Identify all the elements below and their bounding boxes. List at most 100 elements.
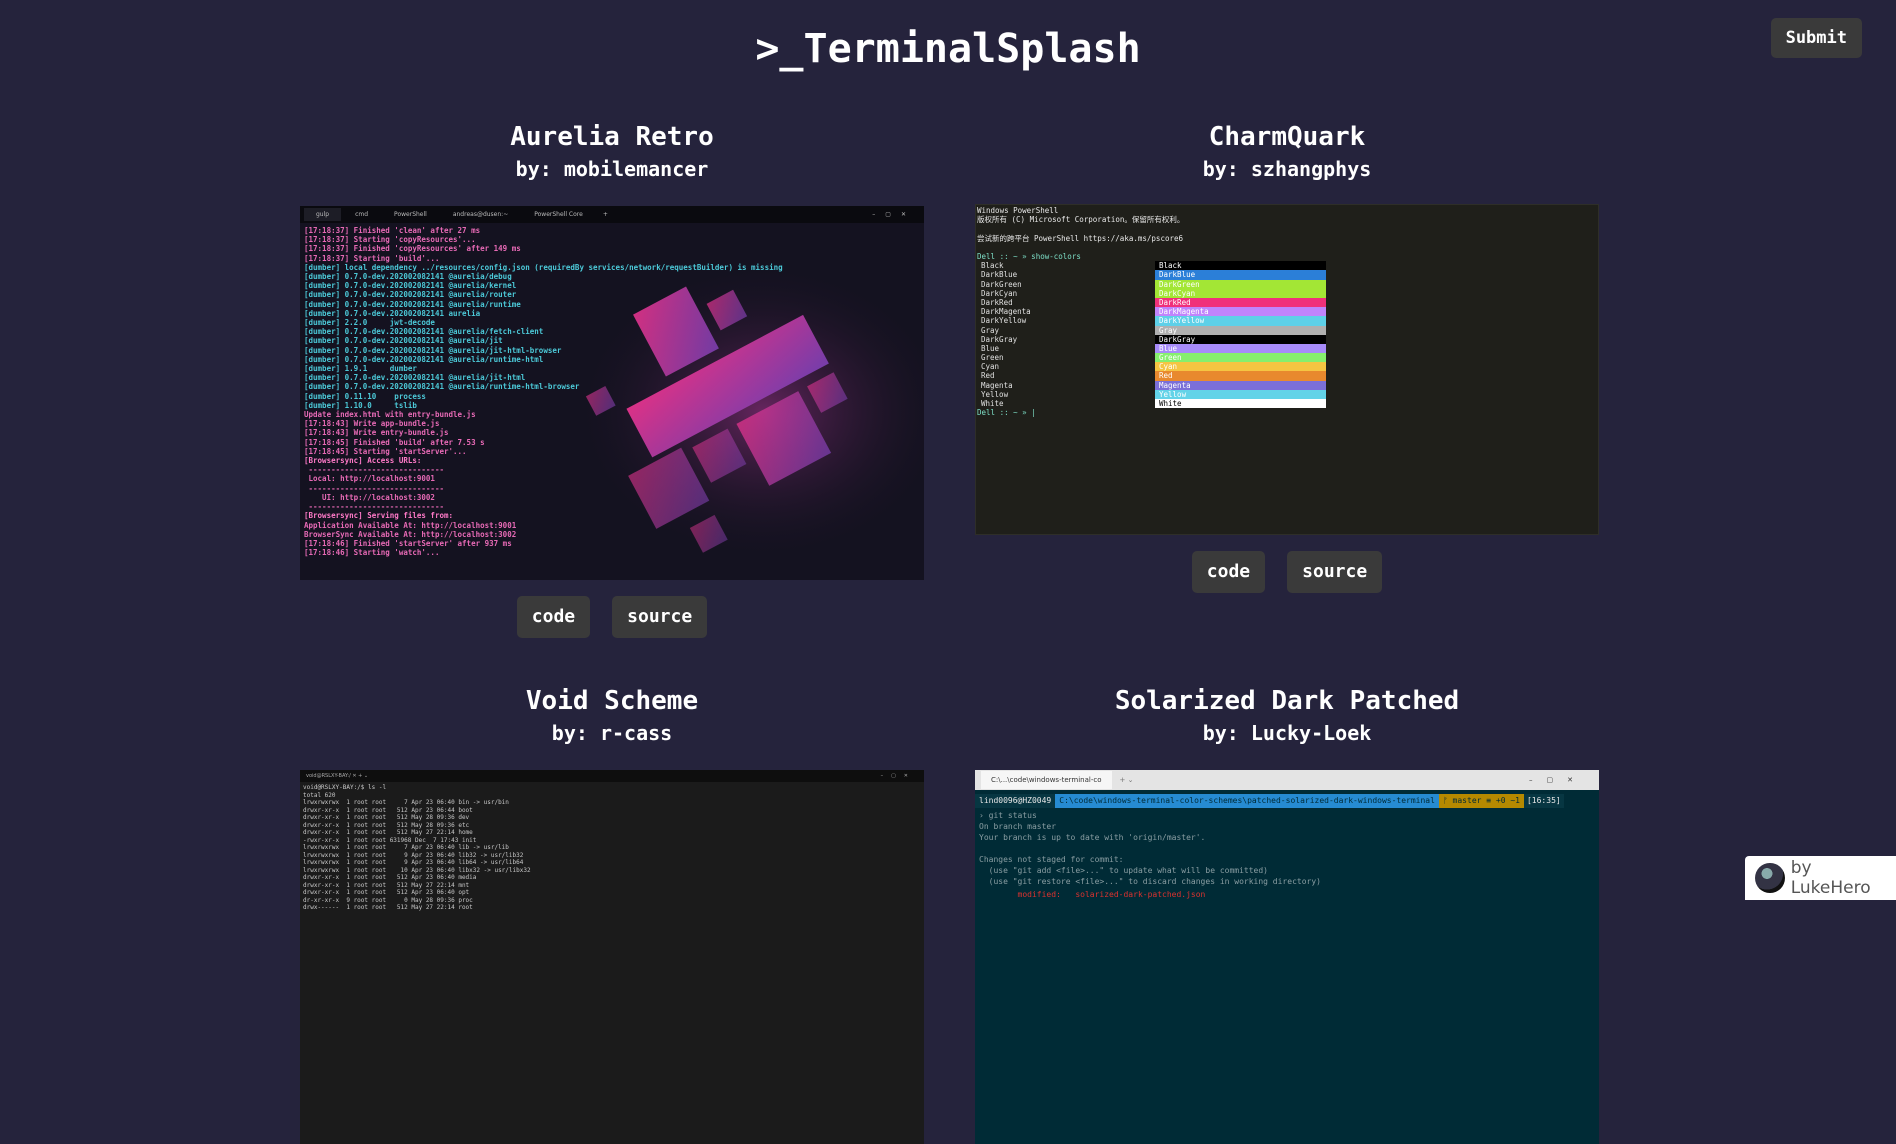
terminal-line: lrwxrwxrwx 1 root root 9 Apr 23 06:40 li… <box>303 859 524 866</box>
theme-preview-image[interactable]: gulp cmd PowerShell andreas@dusen:~ Powe… <box>300 206 924 580</box>
terminal-titlebar: void@RSLXY-BAY:/ ✕ + ⌄ –▢✕ <box>300 770 924 782</box>
terminal-line: void@RSLXY-BAY:/$ ls -l <box>303 784 387 791</box>
theme-name: CharmQuark <box>1208 122 1366 152</box>
terminal-tab: PowerShell Core <box>534 211 583 218</box>
color-row: Red Red <box>976 371 1598 381</box>
terminal-line: lrwxrwxrwx 1 root root 7 Apr 23 06:40 bi… <box>303 799 509 806</box>
source-button[interactable]: source <box>612 596 708 638</box>
terminal-prompt: Dell :: ~ » show-colors <box>977 251 1081 261</box>
color-swatch: White <box>1155 399 1326 409</box>
code-button[interactable]: code <box>516 596 591 638</box>
terminal-line: [dumber] 2.2.0 jwt-decode <box>304 318 435 328</box>
color-swatch: DarkBlue <box>1155 270 1326 280</box>
prompt-user: lind0096@HZ0049 <box>975 794 1056 808</box>
terminal-tab: PowerShell <box>394 211 427 218</box>
terminal-line: BrowserSync Available At: http://localho… <box>304 529 517 539</box>
color-row: DarkGray DarkGray <box>976 334 1598 344</box>
terminal-line: [Browsersync] Serving files from: <box>304 511 454 521</box>
terminal-line: [17:18:46] Finished 'startServer' after … <box>304 538 512 548</box>
color-swatch: DarkGreen <box>1155 279 1326 289</box>
color-row: DarkBlue DarkBlue <box>976 270 1598 280</box>
terminal-line: 版权所有 (C) Microsoft Corporation。保留所有权利。 <box>977 215 1185 225</box>
terminal-line: [17:18:37] Finished 'copyResources' afte… <box>304 244 521 254</box>
prompt-git: ᚠ master ≡ +0 ~1 <box>1438 794 1524 808</box>
theme-name: Aurelia Retro <box>510 122 714 152</box>
terminal-titlebar: gulp cmd PowerShell andreas@dusen:~ Powe… <box>300 206 924 223</box>
color-name: Green <box>981 353 1004 363</box>
terminal-output: void@RSLXY-BAY:/$ ls -l total 620 lrwxrwxr… <box>300 782 924 914</box>
terminal-line: ------------------------------ <box>304 465 444 475</box>
color-swatch: Blue <box>1155 343 1326 354</box>
theme-preview-image[interactable]: C:\...\code\windows-terminal-co + ⌄ –▢✕ … <box>975 770 1599 1144</box>
color-name: DarkMagenta <box>981 307 1031 317</box>
color-swatch: Red <box>1155 371 1326 381</box>
submit-button[interactable]: Submit <box>1770 18 1862 58</box>
terminal-output: Windows PowerShell 版权所有 (C) Microsoft Cor… <box>976 205 1598 252</box>
color-row: Yellow Yellow <box>976 389 1598 399</box>
terminal-line: [dumber] 0.7.0-dev.202002082141 @aurelia… <box>304 281 517 291</box>
terminal-line: drwxr-xr-x 1 root root 512 Apr 23 06:44 … <box>303 806 473 814</box>
color-name: Cyan <box>981 362 1000 372</box>
terminal-line: [dumber] 0.7.0-dev.202002082141 @aurelia… <box>304 345 562 355</box>
color-swatch: DarkMagenta <box>1155 307 1326 317</box>
terminal-line: Changes not staged for commit: <box>979 855 1124 864</box>
terminal-line: (use "git add <file>..." to update what … <box>979 866 1268 875</box>
terminal-line: [dumber] 1.10.0 tslib <box>304 400 417 410</box>
window-controls: –▢✕ <box>872 211 916 218</box>
terminal-line: [17:18:46] Starting 'watch'... <box>304 548 440 558</box>
terminal-line: [17:18:43] Write entry-bundle.js <box>304 428 449 438</box>
terminal-line: drwx------ 1 root root 512 May 27 22:14 … <box>303 904 473 911</box>
terminal-line: Your branch is up to date with 'origin/m… <box>979 833 1206 842</box>
terminal-tab: andreas@dusen:~ <box>452 211 509 218</box>
credit-text: by LukeHero <box>1790 858 1871 898</box>
terminal-prompt: Dell :: ~ » | <box>977 408 1036 418</box>
theme-preview-image[interactable]: Windows PowerShell 版权所有 (C) Microsoft Cor… <box>975 204 1599 535</box>
color-swatch: Gray <box>1155 325 1326 335</box>
code-button[interactable]: code <box>1191 551 1266 593</box>
color-row: Green Green <box>976 353 1598 363</box>
source-button[interactable]: source <box>1287 551 1383 593</box>
terminal-line: -rwxr-xr-x 1 root root 631968 Dec 7 17:4… <box>303 836 477 844</box>
terminal-line: ------------------------------ <box>304 502 444 512</box>
color-name: Red <box>981 371 995 381</box>
terminal-line: dr-xr-xr-x 9 root root 0 May 28 09:36 pr… <box>303 896 473 904</box>
avatar <box>1755 863 1785 893</box>
color-swatch: DarkCyan <box>1155 288 1326 298</box>
terminal-line: [dumber] 1.9.1 dumber <box>304 364 417 374</box>
color-swatch: DarkGray <box>1155 334 1326 344</box>
color-name: DarkYellow <box>981 316 1027 326</box>
terminal-line: 尝试新的跨平台 PowerShell https://aka.ms/pscore… <box>977 233 1184 243</box>
color-name: White <box>981 399 1004 408</box>
terminal-line: [17:18:37] Starting 'copyResources'... <box>304 235 476 245</box>
theme-name: Solarized Dark Patched <box>1114 686 1460 716</box>
terminal-tab: C:\...\code\windows-terminal-co <box>981 771 1112 789</box>
color-swatch: Yellow <box>1155 389 1326 399</box>
color-name: DarkRed <box>981 297 1013 307</box>
terminal-output: › git status On branch master Your branch … <box>975 808 1599 889</box>
window-controls: –▢✕ <box>1529 776 1587 784</box>
terminal-line: Local: http://localhost:9001 <box>304 474 435 484</box>
color-name: Gray <box>981 325 1000 335</box>
color-row: Gray Gray <box>976 325 1598 335</box>
terminal-tab: gulp <box>304 208 342 221</box>
theme-name: Void Scheme <box>525 686 699 716</box>
color-name: Black <box>981 261 1004 271</box>
credit-badge[interactable]: by LukeHero <box>1745 856 1896 900</box>
color-row: DarkCyan DarkCyan <box>976 288 1598 298</box>
theme-preview-image[interactable]: void@RSLXY-BAY:/ ✕ + ⌄ –▢✕ void@RSLXY-BAY… <box>300 770 924 1144</box>
terminal-line: [Browsersync] Access URLs: <box>304 456 422 466</box>
terminal-line: drwxr-xr-x 1 root root 512 May 28 09:36 … <box>303 814 470 821</box>
new-tab-icon: + ⌄ <box>1119 776 1134 784</box>
terminal-line: lrwxrwxrwx 1 root root 7 Apr 23 06:40 li… <box>303 844 509 851</box>
terminal-line: [dumber] 0.7.0-dev.202002082141 @aurelia… <box>304 290 517 300</box>
color-name: Yellow <box>981 389 1009 399</box>
terminal-line: [dumber] 0.7.0-dev.202002082141 @aurelia… <box>304 336 503 346</box>
terminal-line: lrwxrwxrwx 1 root root 10 Apr 23 06:40 l… <box>303 866 531 874</box>
terminal-line: [dumber] 0.7.0-dev.202002082141 @aurelia… <box>304 272 512 282</box>
theme-author: by: mobilemancer <box>515 157 709 181</box>
color-name: Magenta <box>981 380 1013 390</box>
terminal-line: drwxr-xr-x 1 root root 512 May 27 22:14 … <box>303 881 470 889</box>
color-swatch: Magenta <box>1155 380 1326 390</box>
